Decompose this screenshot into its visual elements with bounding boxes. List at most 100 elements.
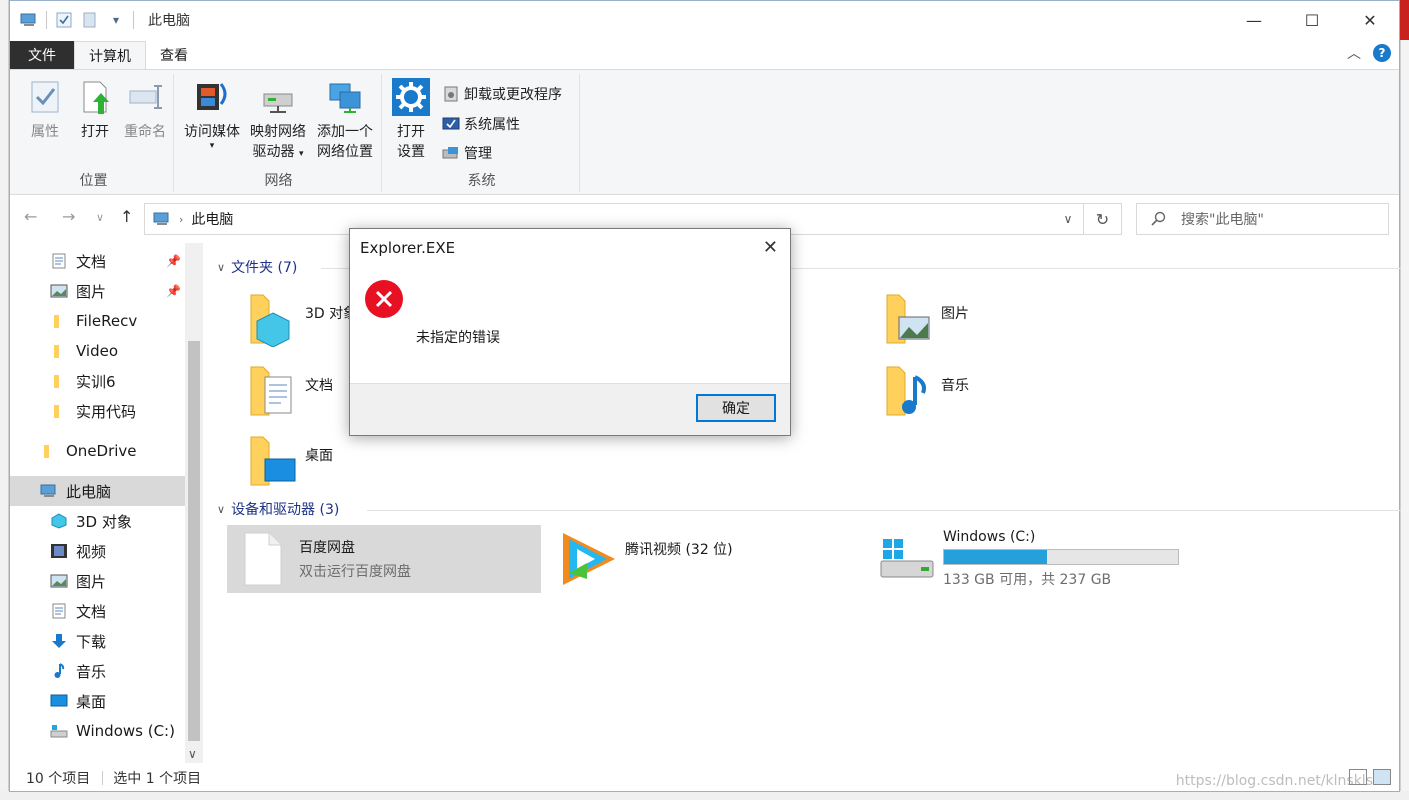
breadcrumb-chevron-icon[interactable]: › xyxy=(179,213,183,226)
ribbon-group-network: 访问媒体 ▾ 映射网络 驱动器 ▾ 添加一个 网络位置 网络 xyxy=(176,74,382,192)
add-network-location-button[interactable]: 添加一个 网络位置 xyxy=(312,78,378,162)
access-media-button[interactable]: 访问媒体 ▾ xyxy=(180,78,244,151)
drive-usage-bar xyxy=(943,549,1179,565)
sidebar-item-downloads[interactable]: 下载 xyxy=(10,626,185,656)
device-text: 百度网盘 双击运行百度网盘 xyxy=(299,537,411,581)
collapse-ribbon-icon[interactable]: ︿ xyxy=(1347,43,1361,63)
blank-file-icon xyxy=(244,532,282,586)
sidebar-item-label: 图片 xyxy=(76,572,107,591)
folder-label: 文档 xyxy=(305,378,333,394)
search-box[interactable]: 搜索"此电脑" xyxy=(1136,203,1389,235)
folder-documents-icon xyxy=(249,363,297,419)
address-dropdown-icon[interactable]: ∨ xyxy=(1053,204,1083,234)
folder-music[interactable]: 音乐 xyxy=(841,363,1141,427)
close-button[interactable]: ✕ xyxy=(1341,1,1399,39)
sidebar-item-documents[interactable]: 文档 📌 xyxy=(10,246,185,276)
tab-view[interactable]: 查看 xyxy=(146,41,202,69)
sidebar-item-videos[interactable]: 视频 xyxy=(10,536,185,566)
sidebar-item-this-pc[interactable]: 此电脑 xyxy=(10,476,185,506)
device-windows-c[interactable]: Windows (C:) 133 GB 可用，共 237 GB xyxy=(873,525,1203,593)
device-subtitle: 133 GB 可用，共 237 GB xyxy=(943,572,1112,588)
up-arrow-icon[interactable]: ↑ xyxy=(120,207,133,226)
scrollbar-thumb[interactable] xyxy=(188,341,200,741)
folder-3d-icon xyxy=(249,291,297,348)
help-icon[interactable]: ? xyxy=(1373,44,1391,62)
window-title: 此电脑 xyxy=(148,13,190,29)
sidebar-item-3d-objects[interactable]: 3D 对象 xyxy=(10,506,185,536)
pin-icon[interactable]: 📌 xyxy=(166,254,181,268)
refresh-icon[interactable]: ↻ xyxy=(1084,203,1122,235)
collapse-chevron-icon[interactable]: ∨ xyxy=(217,261,225,274)
folder-icon xyxy=(54,345,59,358)
uninstall-icon xyxy=(444,86,458,102)
toolbar-separator xyxy=(46,11,47,29)
open-settings-label-2: 设置 xyxy=(397,144,425,160)
details-view-icon[interactable] xyxy=(1349,769,1367,785)
system-properties-button[interactable]: 系统属性 xyxy=(442,112,520,136)
folder-icon xyxy=(54,315,59,328)
device-baidu-netdisk[interactable]: 百度网盘 双击运行百度网盘 xyxy=(227,525,541,593)
sidebar-item-documents-2[interactable]: 文档 xyxy=(10,596,185,626)
section-header-devices[interactable]: ∨ 设备和驱动器 (3) xyxy=(217,499,339,519)
maximize-button[interactable]: ☐ xyxy=(1283,1,1341,39)
sidebar-item-label: 实用代码 xyxy=(76,402,137,421)
properties-check-icon[interactable] xyxy=(55,11,73,29)
minimize-button[interactable]: — xyxy=(1225,1,1283,39)
tab-computer[interactable]: 计算机 xyxy=(74,41,146,69)
map-network-drive-button[interactable]: 映射网络 驱动器 ▾ xyxy=(246,78,310,164)
dialog-message: 未指定的错误 xyxy=(416,330,500,346)
folder-desktop[interactable]: 桌面 xyxy=(205,433,505,497)
tencent-video-play-icon xyxy=(563,533,615,585)
new-folder-icon[interactable] xyxy=(81,11,99,29)
sidebar-item-filerecv[interactable]: FileRecv xyxy=(10,306,185,336)
open-settings-button[interactable]: 打开 设置 xyxy=(384,78,438,162)
sidebar-item-training6[interactable]: 实训6 xyxy=(10,366,185,396)
sidebar-item-pictures-2[interactable]: 图片 xyxy=(10,566,185,596)
pin-icon[interactable]: 📌 xyxy=(166,284,181,298)
folder-icon xyxy=(44,445,49,458)
folder-pictures[interactable]: 图片 xyxy=(841,291,1141,355)
sidebar-item-label: 图片 xyxy=(76,282,107,301)
section-header-folders[interactable]: ∨ 文件夹 (7) xyxy=(217,257,297,277)
open-label: 打开 xyxy=(81,124,109,140)
computer-icon xyxy=(153,212,169,225)
add-net-label-2: 网络位置 xyxy=(317,144,373,160)
uninstall-program-button[interactable]: 卸载或更改程序 xyxy=(442,82,562,106)
recent-locations-icon[interactable]: ∨ xyxy=(96,211,104,224)
sidebar-item-onedrive[interactable]: OneDrive xyxy=(10,436,185,466)
sidebar-item-desktop[interactable]: 桌面 xyxy=(10,686,185,716)
uninstall-label: 卸载或更改程序 xyxy=(464,87,562,103)
sidebar-item-music[interactable]: 音乐 xyxy=(10,656,185,686)
device-subtitle: 双击运行百度网盘 xyxy=(299,564,411,580)
computer-icon xyxy=(20,11,38,29)
error-dialog: Explorer.EXE ✕ 未指定的错误 确定 xyxy=(349,228,791,436)
sidebar-item-label: 此电脑 xyxy=(66,482,112,501)
collapse-chevron-icon[interactable]: ∨ xyxy=(217,503,225,516)
sidebar-item-video-folder[interactable]: Video xyxy=(10,336,185,366)
document-icon xyxy=(52,253,66,269)
customize-dropdown-icon[interactable]: ▾ xyxy=(107,11,125,29)
item-count: 10 个项目 xyxy=(26,771,91,787)
sidebar-scrollbar[interactable]: ∨ xyxy=(185,243,203,763)
sidebar-item-windows-c[interactable]: Windows (C:) xyxy=(10,716,185,746)
background-app-bottom xyxy=(0,791,1409,800)
status-separator xyxy=(102,771,104,785)
large-icons-view-icon[interactable] xyxy=(1373,769,1391,785)
tab-file[interactable]: 文件 xyxy=(10,41,74,69)
back-arrow-icon[interactable]: ← xyxy=(24,207,37,226)
properties-label: 属性 xyxy=(31,124,59,140)
scroll-down-icon[interactable]: ∨ xyxy=(188,747,197,761)
sidebar-item-useful-code[interactable]: 实用代码 xyxy=(10,396,185,426)
rename-button[interactable]: 重命名 xyxy=(114,78,176,142)
device-tencent-video[interactable]: 腾讯视频 (32 位) xyxy=(557,525,857,593)
forward-arrow-icon[interactable]: → xyxy=(62,207,75,226)
dialog-close-icon[interactable]: ✕ xyxy=(763,237,778,258)
breadcrumb-this-pc[interactable]: 此电脑 xyxy=(191,209,233,229)
sidebar-item-pictures[interactable]: 图片 📌 xyxy=(10,276,185,306)
manage-icon xyxy=(442,147,458,159)
folder-label: 音乐 xyxy=(941,378,969,394)
sidebar-item-label: 视频 xyxy=(76,542,107,561)
ok-button[interactable]: 确定 xyxy=(696,394,776,422)
manage-button[interactable]: 管理 xyxy=(442,141,492,165)
background-app-right xyxy=(1400,0,1409,800)
